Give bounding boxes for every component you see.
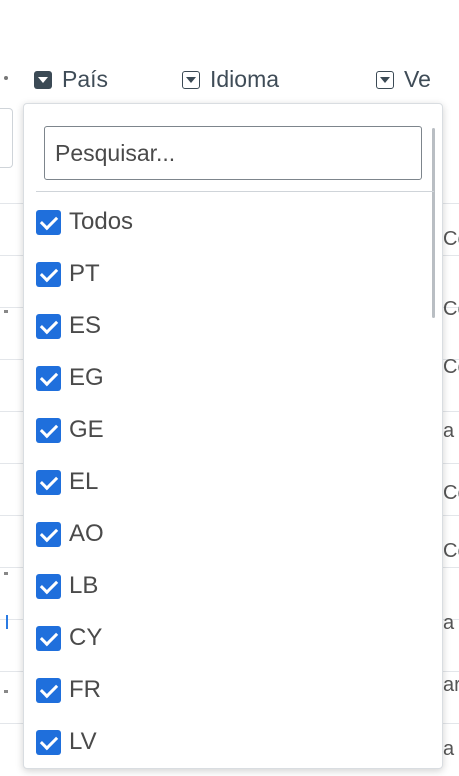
background-cell-text: a (443, 738, 455, 760)
column-header-label: Ve (404, 66, 431, 92)
column-header-label: Idioma (210, 66, 280, 92)
background-ellipsis (4, 690, 8, 693)
column-header-ve[interactable]: Ve (376, 66, 431, 93)
option-label: Todos (69, 208, 134, 235)
option-todos[interactable]: Todos (36, 196, 426, 248)
column-header-pais[interactable]: País (34, 66, 108, 93)
checkbox-checked-icon[interactable] (36, 417, 61, 443)
checkbox-checked-icon[interactable] (36, 261, 61, 287)
search-input[interactable] (45, 127, 421, 179)
option-cy[interactable]: CY (36, 612, 426, 664)
background-cell (0, 108, 13, 168)
option-label: EG (69, 364, 104, 391)
search-field[interactable] (44, 126, 422, 180)
option-fr[interactable]: FR (36, 664, 426, 716)
background-cell-text: Cc (443, 298, 459, 320)
scrollbar-thumb[interactable] (432, 128, 435, 318)
option-label: FR (69, 676, 101, 703)
checkbox-checked-icon[interactable] (36, 521, 61, 547)
option-ge[interactable]: GE (36, 404, 426, 456)
option-es[interactable]: ES (36, 300, 426, 352)
header-separator-dot (4, 76, 8, 80)
column-header-idioma[interactable]: Idioma (182, 66, 279, 93)
option-label: GE (69, 416, 104, 443)
background-cell-text: a (443, 612, 455, 634)
option-label: EL (69, 468, 99, 495)
checkbox-checked-icon[interactable] (36, 573, 61, 599)
option-el[interactable]: EL (36, 456, 426, 508)
checkbox-checked-icon[interactable] (36, 365, 61, 391)
background-ellipsis (4, 310, 8, 313)
option-label: LB (69, 572, 99, 599)
background-link-mark (6, 615, 8, 629)
dropdown-outline-icon[interactable] (182, 70, 200, 89)
background-cell-text: ar (443, 674, 459, 696)
column-header-label: País (62, 66, 109, 92)
checkbox-checked-icon[interactable] (36, 729, 61, 755)
background-cell-text: Cc (443, 356, 459, 378)
table-header: País Idioma Ve (0, 52, 459, 104)
option-label: AO (69, 520, 104, 547)
background-cell-text: a (443, 420, 455, 442)
option-label: PT (69, 260, 100, 287)
option-label: LV (69, 728, 97, 755)
checkbox-checked-icon[interactable] (36, 313, 61, 339)
option-pt[interactable]: PT (36, 248, 426, 300)
checkbox-checked-icon[interactable] (36, 469, 61, 495)
background-cell-text: Cc (443, 482, 459, 504)
option-label: ES (69, 312, 102, 339)
option-eg[interactable]: EG (36, 352, 426, 404)
filter-options-list: Todos PT ES EG GE EL AO LB CY FR LV (36, 196, 426, 768)
checkbox-checked-icon[interactable] (36, 209, 61, 235)
checkbox-checked-icon[interactable] (36, 625, 61, 651)
option-label: CY (69, 624, 103, 651)
background-cell-text: Cc (443, 540, 459, 562)
checkbox-checked-icon[interactable] (36, 677, 61, 703)
option-lv[interactable]: LV (36, 716, 426, 768)
dropdown-outline-icon[interactable] (376, 70, 394, 89)
option-lb[interactable]: LB (36, 560, 426, 612)
background-ellipsis (4, 572, 8, 575)
filter-dropdown-panel: Todos PT ES EG GE EL AO LB (23, 103, 443, 769)
dropdown-filled-icon[interactable] (34, 70, 52, 89)
background-cell-text: Cc (443, 228, 459, 250)
option-ao[interactable]: AO (36, 508, 426, 560)
divider (36, 191, 434, 192)
